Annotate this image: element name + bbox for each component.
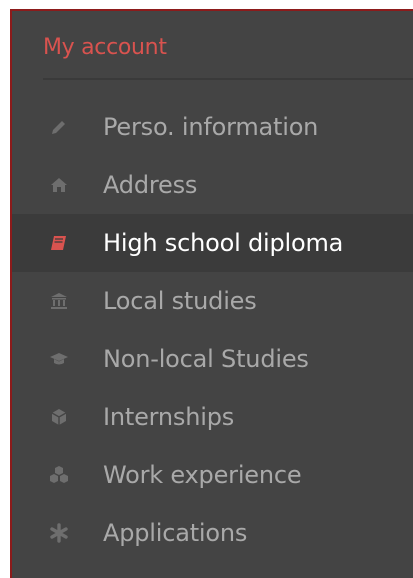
- pencil-icon: [48, 116, 70, 138]
- home-icon: [48, 174, 70, 196]
- menu-item-label: Non-local Studies: [103, 345, 309, 373]
- menu-item-label: Applications: [103, 519, 248, 547]
- graduation-cap-icon: [48, 348, 70, 370]
- menu-item-internships[interactable]: Internships: [12, 388, 413, 446]
- book-icon: [48, 232, 70, 254]
- asterisk-icon: [48, 522, 70, 544]
- menu-item-non-local-studies[interactable]: Non-local Studies: [12, 330, 413, 388]
- menu-item-perso-information[interactable]: Perso. information: [12, 98, 413, 156]
- menu-item-work-experience[interactable]: Work experience: [12, 446, 413, 504]
- title-divider: [43, 78, 413, 80]
- sidebar-title: My account: [43, 35, 167, 60]
- menu-item-address[interactable]: Address: [12, 156, 413, 214]
- menu-item-label: Address: [103, 171, 198, 199]
- menu-item-label: Local studies: [103, 287, 257, 315]
- menu-item-applications[interactable]: Applications: [12, 504, 413, 562]
- institution-icon: [48, 290, 70, 312]
- account-menu: Perso. information Address High school d…: [12, 98, 413, 562]
- menu-item-label: Perso. information: [103, 113, 319, 141]
- menu-item-label: High school diploma: [103, 229, 344, 257]
- menu-item-label: Internships: [103, 403, 235, 431]
- menu-item-local-studies[interactable]: Local studies: [12, 272, 413, 330]
- menu-item-high-school-diploma[interactable]: High school diploma: [12, 214, 413, 272]
- account-sidebar: My account Perso. information Address Hi…: [10, 9, 413, 578]
- menu-item-label: Work experience: [103, 461, 302, 489]
- cube-icon: [48, 406, 70, 428]
- cubes-icon: [48, 464, 70, 486]
